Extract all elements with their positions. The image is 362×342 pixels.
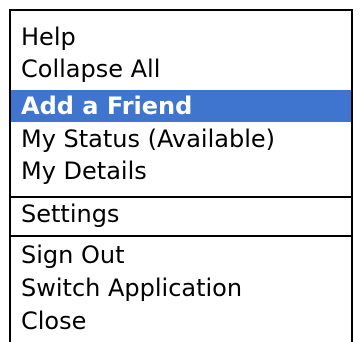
menu-item-help[interactable]: Help <box>11 21 351 53</box>
menu-item-switch-application[interactable]: Switch Application <box>11 272 351 304</box>
menu-separator <box>11 235 351 237</box>
context-menu: Help Collapse All Add a Friend My Status… <box>9 9 353 342</box>
menu-item-add-a-friend[interactable]: Add a Friend <box>11 90 351 122</box>
menu-item-collapse-all[interactable]: Collapse All <box>11 53 351 85</box>
menu-item-close[interactable]: Close <box>11 305 351 337</box>
menu-item-settings[interactable]: Settings <box>11 198 351 230</box>
menu-item-my-details[interactable]: My Details <box>11 155 351 187</box>
menu-item-sign-out[interactable]: Sign Out <box>11 239 351 271</box>
menu-item-my-status[interactable]: My Status (Available) <box>11 123 351 155</box>
